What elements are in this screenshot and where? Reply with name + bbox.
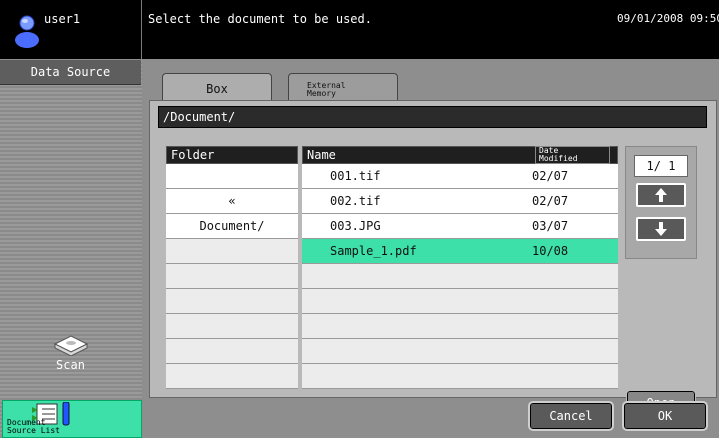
folder-row — [166, 164, 298, 189]
path-bar: /Document/ — [158, 106, 707, 128]
message-bar: Select the document to be used. 09/01/20… — [142, 0, 719, 59]
page-up-button[interactable] — [636, 183, 686, 207]
content-panel: /Document/ Folder « Document/ Name Date … — [149, 100, 717, 416]
file-name: 001.tif — [330, 169, 381, 183]
file-date: 02/07 — [532, 194, 569, 208]
folder-row — [166, 289, 298, 314]
main-panel: Box External Memory /Document/ Folder « … — [147, 63, 717, 431]
file-row — [302, 364, 618, 389]
file-list-header: Name Date Modified — [302, 146, 618, 164]
file-row — [302, 339, 618, 364]
datetime: 09/01/2008 09:50 — [617, 12, 719, 25]
file-row — [302, 289, 618, 314]
document-source-list-label: Document Source List — [7, 418, 60, 435]
tab-external-memory-label: External Memory — [307, 81, 346, 98]
file-row-selected[interactable]: Sample_1.pdf 10/08 — [302, 239, 618, 264]
user-name: user1 — [44, 12, 81, 26]
file-list: Name Date Modified 001.tif 02/07 002.tif… — [302, 146, 618, 389]
file-row — [302, 264, 618, 289]
folder-row — [166, 239, 298, 264]
instruction-message: Select the document to be used. — [148, 12, 372, 26]
cancel-button[interactable]: Cancel — [528, 401, 614, 431]
sidebar: Data Source Scan Document Source List — [0, 60, 142, 438]
folder-row — [166, 314, 298, 339]
folder-row — [166, 264, 298, 289]
ok-button[interactable]: OK — [622, 401, 708, 431]
file-row[interactable]: 001.tif 02/07 — [302, 164, 618, 189]
file-name: 003.JPG — [330, 219, 381, 233]
document-source-list-button[interactable]: Document Source List — [2, 400, 142, 438]
user-icon — [15, 15, 39, 48]
pager: 1/ 1 — [625, 146, 697, 259]
file-name: Sample_1.pdf — [330, 244, 417, 258]
tab-box-label: Box — [206, 82, 228, 96]
file-row — [302, 314, 618, 339]
arrow-up-icon — [655, 188, 667, 202]
file-date: 03/07 — [532, 219, 569, 233]
file-name: 002.tif — [330, 194, 381, 208]
file-date: 10/08 — [532, 244, 569, 258]
scan-icon — [53, 335, 89, 356]
page-indicator: 1/ 1 — [634, 155, 688, 177]
page-down-button[interactable] — [636, 217, 686, 241]
data-source-title: Data Source — [0, 60, 141, 85]
scan-label: Scan — [56, 358, 85, 372]
folder-row-document[interactable]: Document/ — [166, 214, 298, 239]
file-date: 02/07 — [532, 169, 569, 183]
folder-column: Folder « Document/ — [166, 146, 298, 389]
folder-row — [166, 364, 298, 389]
folder-header: Folder — [166, 146, 298, 164]
file-row[interactable]: 003.JPG 03/07 — [302, 214, 618, 239]
user-panel[interactable]: user1 — [0, 0, 142, 59]
date-modified-column-header[interactable]: Date Modified — [535, 146, 610, 164]
file-row[interactable]: 002.tif 02/07 — [302, 189, 618, 214]
name-column-header[interactable]: Name — [307, 148, 336, 162]
arrow-down-icon — [655, 222, 667, 236]
folder-up-row[interactable]: « — [166, 189, 298, 214]
folder-row — [166, 339, 298, 364]
scan-button[interactable]: Scan — [0, 322, 141, 406]
